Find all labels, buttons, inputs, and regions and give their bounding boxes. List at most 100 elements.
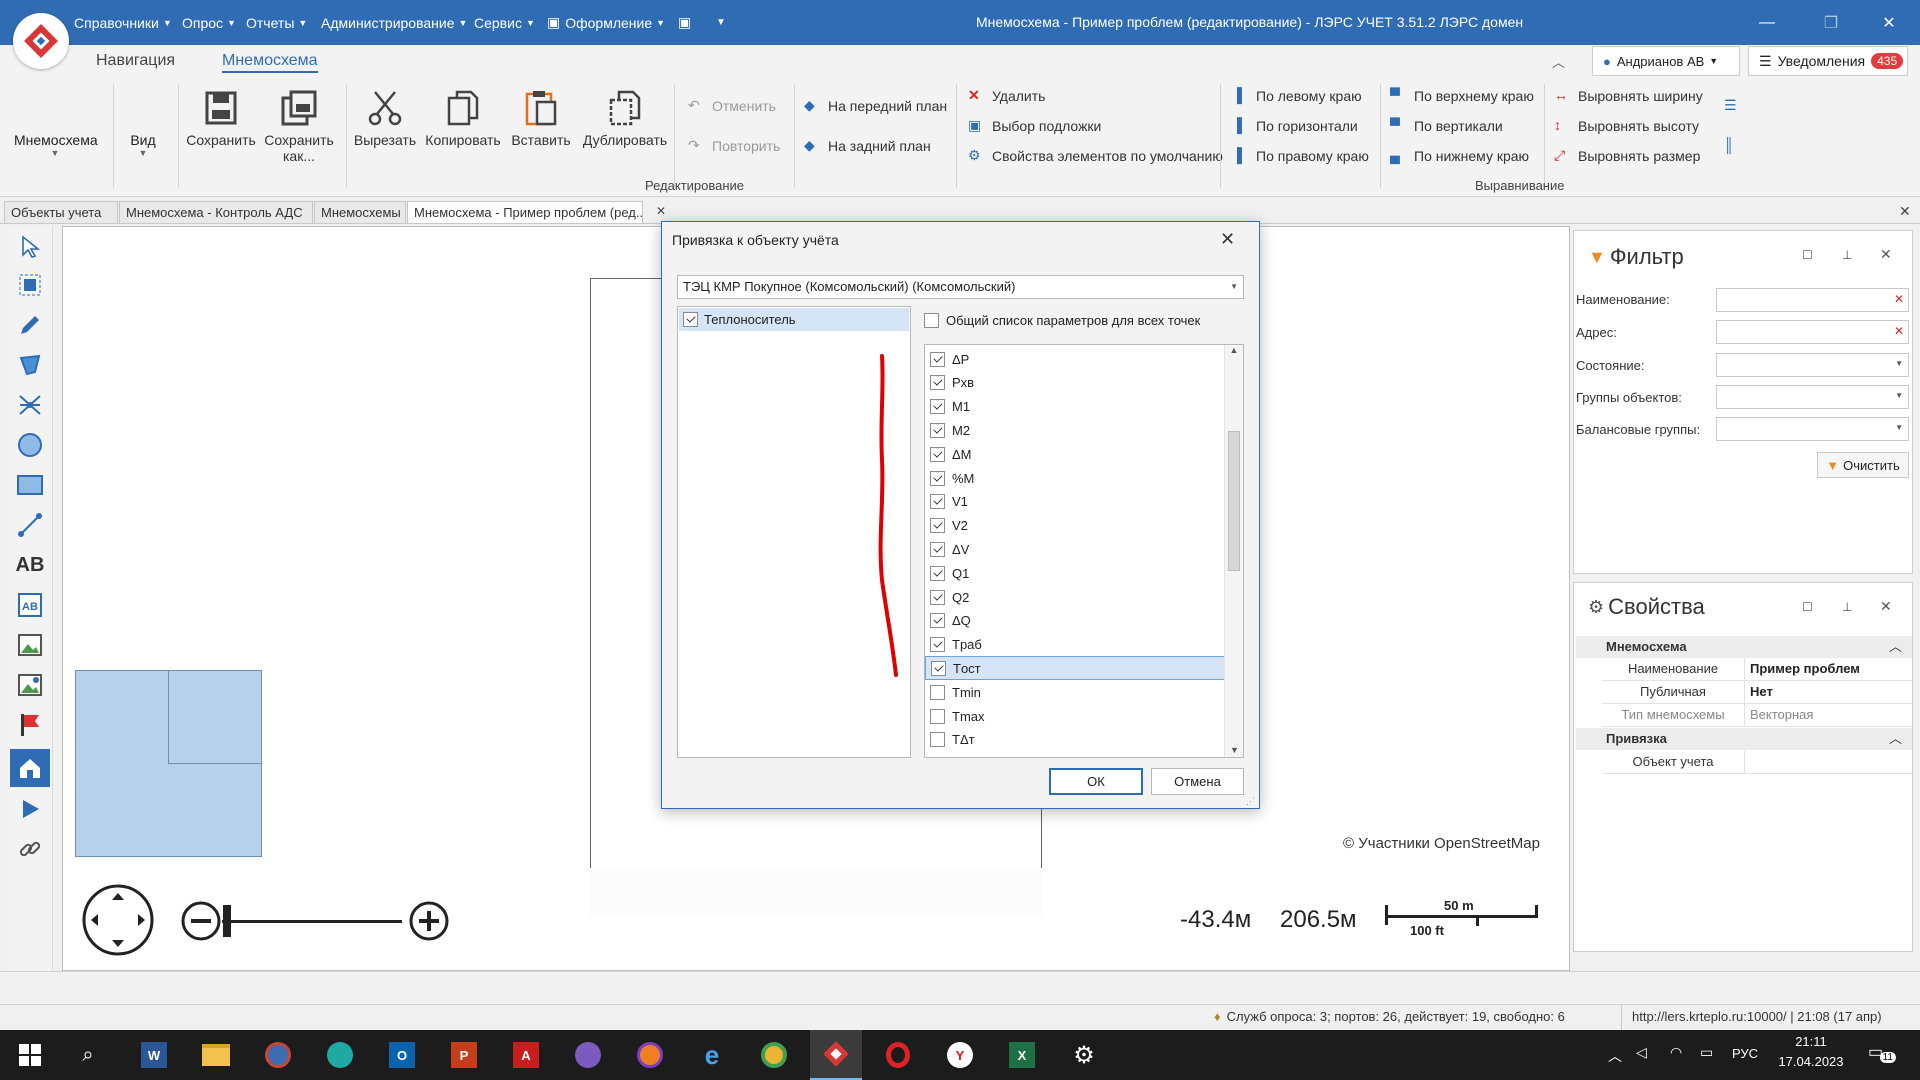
flag-tool-icon[interactable] bbox=[10, 706, 50, 744]
zoom-in-icon[interactable] bbox=[408, 900, 450, 942]
close-window-button[interactable]: ✕ bbox=[1866, 0, 1912, 45]
menu-reports[interactable]: Отчеты ▼ bbox=[246, 0, 307, 45]
quick-access-icon[interactable]: ▣ bbox=[678, 0, 691, 45]
section-mnemo[interactable]: Мнемосхема ︿ bbox=[1576, 636, 1912, 658]
zoom-slider-track[interactable] bbox=[222, 920, 402, 923]
prop-row-public[interactable]: Публичная Нет bbox=[1602, 681, 1912, 704]
param-item[interactable]: Tраб bbox=[925, 633, 1225, 657]
checkbox[interactable] bbox=[930, 446, 945, 462]
pin-icon[interactable]: ⊥ bbox=[1842, 600, 1852, 614]
zoom-slider-thumb[interactable] bbox=[223, 905, 231, 937]
mnemo-dropdown-button[interactable]: Мнемосхема ▼ bbox=[14, 132, 98, 158]
powerpoint-icon[interactable]: P bbox=[438, 1030, 490, 1080]
groups-filter-select[interactable]: ▼ bbox=[1716, 385, 1909, 409]
image-layer-tool-icon[interactable] bbox=[10, 666, 50, 704]
checkbox[interactable] bbox=[930, 589, 945, 605]
prop-row-type[interactable]: Тип мнемосхемы Векторная bbox=[1602, 704, 1912, 727]
scroll-up-icon[interactable]: ▲ bbox=[1225, 345, 1243, 363]
cancel-button[interactable]: Отмена bbox=[1151, 768, 1244, 795]
checkbox[interactable] bbox=[930, 494, 945, 510]
close-tab-icon[interactable]: ✕ bbox=[656, 204, 666, 218]
zoom-out-icon[interactable] bbox=[180, 900, 222, 942]
collapse-ribbon-icon[interactable]: ︿ bbox=[1552, 52, 1565, 71]
checkbox[interactable] bbox=[930, 684, 945, 700]
redo-button[interactable]: ↷ Повторить bbox=[688, 136, 780, 156]
view-dropdown-button[interactable]: Вид ▼ bbox=[122, 132, 164, 158]
param-item[interactable]: V1 bbox=[925, 490, 1225, 514]
pencil-tool-icon[interactable] bbox=[10, 306, 50, 344]
resource-item[interactable]: Теплоноситель bbox=[679, 308, 909, 331]
checkbox[interactable] bbox=[930, 375, 945, 391]
paste-button[interactable]: Вставить bbox=[502, 88, 580, 148]
action-center-icon[interactable]: ▭ 11 bbox=[1868, 1042, 1896, 1066]
search-icon[interactable]: ⌕ bbox=[62, 1030, 114, 1080]
checkbox[interactable] bbox=[930, 708, 945, 724]
param-item[interactable]: Tmin bbox=[925, 680, 1225, 704]
maximize-icon[interactable]: ☐ bbox=[1802, 600, 1813, 614]
align-left-button[interactable]: ▐ По левому краю bbox=[1232, 86, 1362, 106]
checkbox[interactable] bbox=[930, 518, 945, 534]
prop-row-name[interactable]: Наименование Пример проблем bbox=[1602, 658, 1912, 681]
underlay-button[interactable]: ▣ Выбор подложки bbox=[968, 116, 1101, 136]
param-item[interactable]: V2 bbox=[925, 514, 1225, 538]
maximize-icon[interactable]: ☐ bbox=[1802, 248, 1813, 262]
undo-button[interactable]: ↶ Отменить bbox=[688, 96, 776, 116]
excel-icon[interactable]: X bbox=[996, 1030, 1048, 1080]
param-item[interactable]: Q2 bbox=[925, 585, 1225, 609]
clear-filter-button[interactable]: ▼ Очистить bbox=[1817, 452, 1909, 478]
param-item[interactable]: M1 bbox=[925, 395, 1225, 419]
object-select[interactable]: ТЭЦ КМР Покупное (Комсомольский) (Комсом… bbox=[677, 275, 1244, 299]
param-item[interactable]: M2 bbox=[925, 418, 1225, 442]
param-item[interactable]: Q1 bbox=[925, 561, 1225, 585]
user-menu[interactable]: ● Андрианов АВ ▼ bbox=[1592, 46, 1740, 76]
delete-button[interactable]: ✕ Удалить bbox=[968, 86, 1045, 106]
checkbox[interactable] bbox=[930, 351, 945, 367]
clock[interactable]: 21:11 17.04.2023 bbox=[1776, 1034, 1846, 1069]
state-filter-select[interactable]: ▼ bbox=[1716, 353, 1909, 377]
checkbox[interactable] bbox=[930, 732, 945, 748]
ie-icon[interactable]: e bbox=[686, 1030, 738, 1080]
doc-tab-current[interactable]: Мнемосхема - Пример проблем (ред... bbox=[407, 201, 643, 223]
align-bottom-button[interactable]: ▄ По нижнему краю bbox=[1390, 146, 1529, 166]
send-back-button[interactable]: ◆ На задний план bbox=[804, 136, 931, 156]
checkbox[interactable] bbox=[683, 312, 698, 327]
prop-row-object[interactable]: Объект учета bbox=[1602, 751, 1912, 774]
save-as-button[interactable]: Сохранить как... bbox=[260, 88, 338, 164]
menu-design[interactable]: ▣ Оформление ▼ bbox=[547, 0, 665, 45]
scroll-thumb[interactable] bbox=[1228, 431, 1240, 571]
checkbox[interactable] bbox=[930, 613, 945, 629]
checkbox[interactable] bbox=[930, 470, 945, 486]
address-filter-input[interactable]: ✕ bbox=[1716, 320, 1909, 344]
copy-button[interactable]: Копировать bbox=[424, 88, 502, 148]
common-list-option[interactable]: Общий список параметров для всех точек bbox=[924, 313, 1200, 328]
app-logo[interactable] bbox=[13, 13, 69, 69]
balance-filter-select[interactable]: ▼ bbox=[1716, 417, 1909, 441]
pan-control-icon[interactable] bbox=[81, 883, 155, 957]
menu-directories[interactable]: Справочники ▼ bbox=[74, 0, 172, 45]
minimize-button[interactable]: — bbox=[1744, 0, 1790, 45]
close-panel-icon[interactable]: ✕ bbox=[1880, 598, 1892, 615]
outlook-icon[interactable]: O bbox=[376, 1030, 428, 1080]
equal-height-button[interactable]: ↕ Выровнять высоту bbox=[1554, 116, 1699, 136]
doc-tab-ads[interactable]: Мнемосхема - Контроль АДС bbox=[119, 201, 313, 223]
viber-icon[interactable] bbox=[562, 1030, 614, 1080]
notifications-button[interactable]: ☰ Уведомления 435 bbox=[1748, 46, 1908, 76]
ok-button[interactable]: ОК bbox=[1049, 768, 1143, 795]
checkbox[interactable] bbox=[930, 637, 945, 653]
save-button[interactable]: Сохранить bbox=[182, 88, 260, 148]
close-all-icon[interactable]: ✕ bbox=[1899, 203, 1911, 220]
param-item[interactable]: ΔP bbox=[925, 347, 1225, 371]
align-vcenter-button[interactable]: ▀ По вертикали bbox=[1390, 116, 1503, 136]
equal-size-button[interactable]: ⤢ Выровнять размер bbox=[1554, 146, 1700, 166]
yandex-icon[interactable]: Y bbox=[934, 1030, 986, 1080]
param-item[interactable]: Tост bbox=[925, 656, 1225, 681]
image-tool-icon[interactable] bbox=[10, 626, 50, 664]
home-tool-icon[interactable] bbox=[10, 749, 50, 787]
checkbox[interactable] bbox=[930, 422, 945, 438]
wifi-icon[interactable]: ◠ bbox=[1670, 1044, 1682, 1061]
clear-field-icon[interactable]: ✕ bbox=[1894, 324, 1904, 338]
pdf-icon[interactable]: A bbox=[500, 1030, 552, 1080]
params-scrollbar[interactable]: ▲ ▼ bbox=[1224, 345, 1243, 757]
resize-grip-icon[interactable]: ⋰ bbox=[1246, 796, 1255, 807]
menu-poll[interactable]: Опрос ▼ bbox=[182, 0, 236, 45]
